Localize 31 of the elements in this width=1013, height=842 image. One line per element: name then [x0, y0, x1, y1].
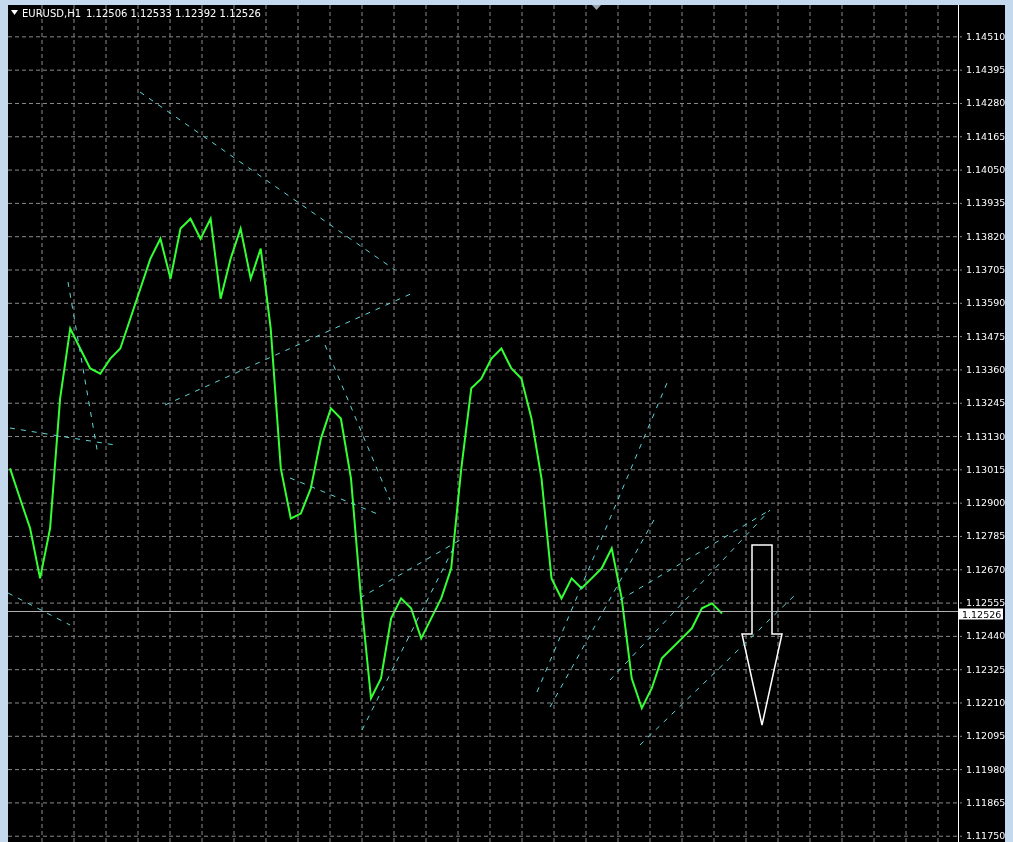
- axis-label: 1.11750: [966, 830, 1006, 842]
- axis-label: 1.14050: [966, 164, 1006, 176]
- axis-label: 1.14280: [966, 97, 1006, 109]
- ohlc-quotes: 1.12506 1.12533 1.12392 1.12526: [86, 8, 261, 19]
- axis-label: 1.12210: [966, 697, 1006, 708]
- axis-label: 1.13590: [966, 297, 1006, 309]
- scroll-marker-icon[interactable]: [592, 5, 601, 10]
- axis-label: 1.14165: [966, 130, 1006, 142]
- axis-label: 1.13245: [966, 397, 1006, 409]
- axis-label: 1.13820: [966, 230, 1006, 242]
- axis-label: 1.12095: [966, 730, 1006, 742]
- axis-label: 1.12440: [966, 630, 1006, 642]
- axis-label: 1.13705: [966, 264, 1006, 275]
- down-arrow-icon: [741, 544, 783, 726]
- axis-label: 1.12325: [966, 663, 1006, 675]
- axis-label: 1.12900: [966, 497, 1006, 509]
- axis-label: 1.13015: [966, 463, 1006, 475]
- axis-label: 1.12555: [966, 597, 1006, 609]
- chart-title: EURUSD,H1: [22, 8, 81, 19]
- axis-label: 1.12670: [966, 563, 1006, 575]
- axis-label: 1.11980: [966, 763, 1006, 775]
- axis-label: 1.13360: [966, 363, 1006, 375]
- dropdown-icon[interactable]: [11, 10, 18, 15]
- axis-label: 1.11865: [966, 796, 1006, 808]
- current-price-label: 1.12526: [959, 608, 1003, 620]
- axis-label: 1.13475: [966, 330, 1006, 342]
- axis-label: 1.14395: [966, 64, 1006, 76]
- axis-label: 1.13130: [966, 430, 1006, 442]
- axis-label: 1.14510: [966, 30, 1006, 42]
- axis-label: 1.12785: [966, 530, 1006, 542]
- axis-label: 1.13935: [966, 197, 1006, 209]
